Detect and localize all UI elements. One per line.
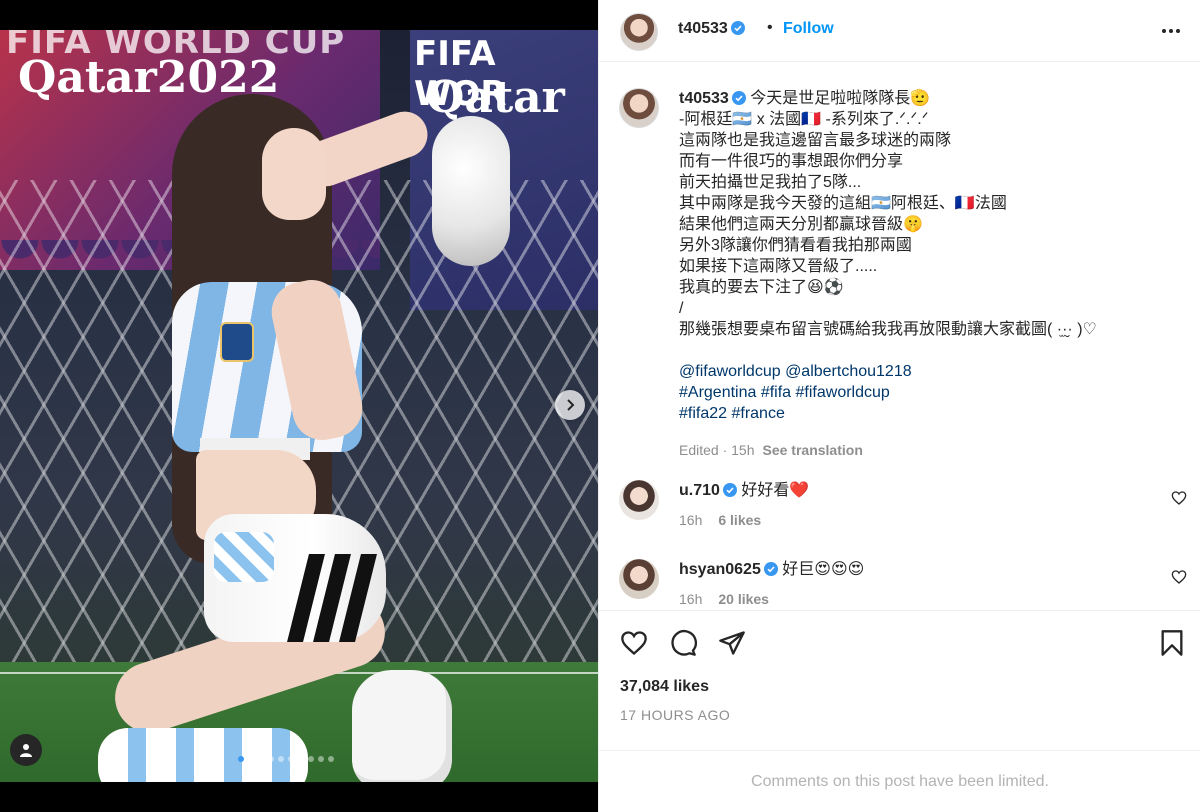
post-header: t40533 • Follow xyxy=(599,0,1200,62)
shorts-trim xyxy=(214,532,274,582)
carousel-dot xyxy=(238,756,244,762)
post-photo[interactable]: FIFA WORLD CUP Qatar2022 FIFA WOR Qatar xyxy=(0,30,598,782)
verified-badge-icon xyxy=(722,483,737,497)
share-icon[interactable] xyxy=(718,629,746,657)
carousel-dot xyxy=(248,756,254,762)
comment-icon[interactable] xyxy=(669,629,697,657)
figure-shorts xyxy=(204,514,386,642)
caption-hashtags[interactable]: #Argentina #fifa #fifaworldcup xyxy=(679,382,1179,403)
caption-line: 前天拍攝世足我拍了5隊... xyxy=(679,174,862,191)
comment-meta: 16h 6 likes xyxy=(679,512,761,528)
caption-blank xyxy=(679,340,1179,361)
follow-button[interactable]: Follow xyxy=(783,20,834,38)
comments-section[interactable]: t40533 今天是世足啦啦隊隊長🫡 -阿根廷🇦🇷 x 法國🇫🇷 -系列來了.ᐟ… xyxy=(599,62,1200,610)
carousel-dot xyxy=(328,756,334,762)
commenter-avatar[interactable] xyxy=(619,480,659,520)
post-details-panel: t40533 • Follow t40533 今天是世足啦啦隊隊長🫡 -阿根廷🇦… xyxy=(598,0,1200,812)
see-translation-link[interactable]: See translation xyxy=(763,442,863,458)
comment-likes[interactable]: 6 likes xyxy=(718,512,761,528)
header-separator: • xyxy=(767,19,773,36)
comment-text: hsyan0625 好巨😍😍😍 xyxy=(679,559,864,581)
caption-line: 那幾張想要桌布留言號碼給我我再放限動讓大家截圖( ·̫·̮· )♡ xyxy=(679,321,1097,338)
likes-count[interactable]: 37,084 likes xyxy=(620,678,709,696)
verified-badge-icon xyxy=(730,21,745,35)
edited-label: Edited · 15h xyxy=(679,442,755,458)
chevron-right-icon xyxy=(567,399,575,411)
carousel-dot xyxy=(288,756,294,762)
commenter-username[interactable]: hsyan0625 xyxy=(679,561,761,578)
carousel-dot xyxy=(308,756,314,762)
figure-sock xyxy=(98,728,308,782)
soccer-ball xyxy=(432,116,510,266)
comment-body: 好巨😍😍😍 xyxy=(782,561,865,578)
comment-body: 好好看❤️ xyxy=(741,482,810,499)
post-actions: 37,084 likes 17 HOURS AGO xyxy=(599,610,1200,750)
figure-face xyxy=(262,128,326,220)
caption-line: 我真的要去下注了😆⚽ xyxy=(679,279,844,296)
caption-body: t40533 今天是世足啦啦隊隊長🫡 -阿根廷🇦🇷 x 法國🇫🇷 -系列來了.ᐟ… xyxy=(679,88,1179,461)
caption-line: 結果他們這兩天分別都贏球晉級🤫 xyxy=(679,216,923,233)
caption-line: 而有一件很巧的事想跟你們分享 xyxy=(679,153,904,170)
comment-meta: 16h 20 likes xyxy=(679,591,769,607)
author-avatar[interactable] xyxy=(620,13,658,51)
caption-line: 如果接下這兩隊又晉級了..... xyxy=(679,258,878,275)
comment-text: u.710 好好看❤️ xyxy=(679,480,809,502)
caption-line: / xyxy=(679,300,684,317)
banner-text-qatar: Qatar xyxy=(426,72,565,123)
carousel-dot xyxy=(278,756,284,762)
more-icon xyxy=(1176,29,1180,33)
caption-username[interactable]: t40533 xyxy=(679,90,729,107)
comment-item: u.710 好好看❤️ 16h 6 likes xyxy=(599,480,1200,544)
post-timestamp[interactable]: 17 HOURS AGO xyxy=(620,707,730,723)
comment-like-heart-icon[interactable] xyxy=(1171,490,1187,506)
comments-limited-notice: Comments on this post have been limited. xyxy=(599,750,1200,812)
figure-shoe xyxy=(352,670,452,782)
commenter-username[interactable]: u.710 xyxy=(679,482,720,499)
more-options-button[interactable] xyxy=(1157,21,1185,41)
carousel-dot xyxy=(258,756,264,762)
author-username[interactable]: t40533 xyxy=(678,20,745,38)
comment-time: 16h xyxy=(679,591,703,607)
verified-badge-icon xyxy=(731,91,746,105)
carousel-dot xyxy=(298,756,304,762)
tagged-users-button[interactable] xyxy=(10,734,42,766)
caption-meta: Edited · 15h See translation xyxy=(679,440,1179,461)
post-modal: FIFA WORLD CUP Qatar2022 FIFA WOR Qatar xyxy=(0,0,1200,812)
caption-first-line: t40533 今天是世足啦啦隊隊長🫡 xyxy=(679,88,1179,109)
caption-line: -阿根廷🇦🇷 x 法國🇫🇷 -系列來了.ᐟ.ᐟ.ᐟ xyxy=(679,111,929,128)
commenter-avatar[interactable] xyxy=(619,559,659,599)
next-image-button[interactable] xyxy=(555,390,585,420)
jersey-badge xyxy=(220,322,254,362)
comment-likes[interactable]: 20 likes xyxy=(718,591,769,607)
caption-line: 今天是世足啦啦隊隊長🫡 xyxy=(750,90,931,107)
heart-icon[interactable] xyxy=(620,629,648,657)
author-username-text[interactable]: t40533 xyxy=(678,20,728,37)
caption-mentions[interactable]: @fifaworldcup @albertchou1218 xyxy=(679,361,1179,382)
comment-like-heart-icon[interactable] xyxy=(1171,569,1187,585)
comment-item: hsyan0625 好巨😍😍😍 16h 20 likes xyxy=(599,559,1200,610)
more-icon xyxy=(1169,29,1173,33)
caption-line: 另外3隊讓你們猜看看我拍那兩國 xyxy=(679,237,912,254)
bookmark-icon[interactable] xyxy=(1158,629,1186,657)
caption-line: 這兩隊也是我這邊留言最多球迷的兩隊 xyxy=(679,132,952,149)
carousel-dot xyxy=(268,756,274,762)
caption-line: 其中兩隊是我今天發的這組🇦🇷阿根廷、🇫🇷法國 xyxy=(679,195,1007,212)
user-icon xyxy=(20,744,32,757)
caption-avatar[interactable] xyxy=(619,88,659,128)
more-icon xyxy=(1162,29,1166,33)
media-panel: FIFA WORLD CUP Qatar2022 FIFA WOR Qatar xyxy=(0,0,598,812)
carousel-dot xyxy=(318,756,324,762)
verified-badge-icon xyxy=(763,562,778,576)
carousel-indicator xyxy=(238,756,334,762)
caption-hashtags[interactable]: #fifa22 #france xyxy=(679,403,1179,424)
comment-time: 16h xyxy=(679,512,703,528)
